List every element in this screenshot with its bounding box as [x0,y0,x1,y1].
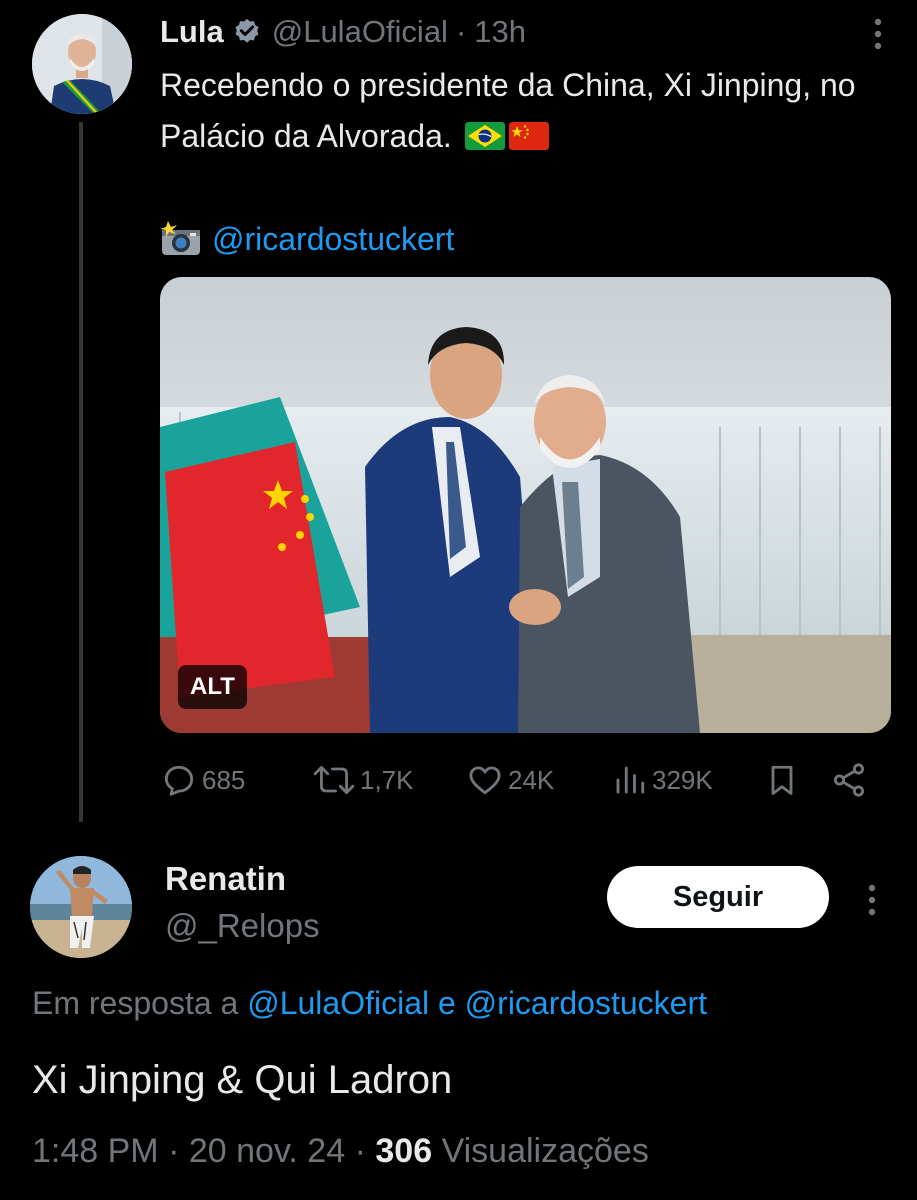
reply-mention-ricardo[interactable]: @ricardostuckert [465,985,707,1021]
reply-views-label: Visualizações [441,1132,649,1170]
separator-dot: · [455,14,467,49]
meta-separator: · [168,1132,180,1170]
tweet-text-content: Recebendo o presidente da China, Xi Jinp… [160,67,856,154]
repost-action[interactable]: 1,7K [312,755,414,805]
bookmark-action[interactable] [764,755,804,805]
photo-illustration [160,277,891,733]
reply-bubble-icon [164,765,194,796]
china-flag-icon [508,122,549,150]
photo-credit: @ricardostuckert [160,214,454,264]
follow-button[interactable]: Seguir [607,866,829,928]
thread-line [79,122,83,822]
meta-separator: · [354,1132,366,1170]
more-vertical-icon[interactable] [873,14,883,54]
tweet-photo[interactable]: ALT [160,277,891,733]
bookmark-icon [771,765,793,795]
tweet-action-bar: 685 1,7K 24K 329K [160,755,890,805]
reply-action[interactable]: 685 [160,755,245,805]
author-handle[interactable]: @LulaOficial [272,14,448,50]
reply-date[interactable]: 20 nov. 24 [189,1132,345,1170]
share-action[interactable] [830,755,872,805]
renatin-avatar[interactable] [30,856,132,958]
reply-context: Em resposta a @LulaOficial e @ricardostu… [32,985,707,1022]
heart-icon [469,766,501,795]
reply-mention-lula[interactable]: @LulaOficial [247,985,429,1021]
reply-author-handle[interactable]: @_Relops [165,907,320,945]
author-name[interactable]: Lula [160,14,224,50]
brazil-flag-icon [464,122,505,150]
reply-author-name[interactable]: Renatin [165,860,286,898]
repost-icon [313,766,355,794]
like-count: 24K [508,764,555,795]
repost-count: 1,7K [360,764,414,795]
lula-avatar[interactable] [32,14,132,114]
reply-conjunction: e [437,985,456,1021]
reply-views-count: 306 [375,1132,433,1170]
share-icon [833,763,865,797]
views-action[interactable]: 329K [612,755,713,805]
views-count: 329K [652,764,713,795]
tweet-text: Recebendo o presidente da China, Xi Jinp… [160,60,860,162]
verified-badge-icon [235,18,259,43]
more-vertical-icon[interactable] [867,880,877,920]
like-action[interactable]: 24K [466,755,554,805]
camera-flash-icon [160,221,200,255]
alt-badge[interactable]: ALT [178,665,247,709]
tweet-time[interactable]: 13h [474,14,526,50]
credit-mention-link[interactable]: @ricardostuckert [212,221,454,258]
reply-count: 685 [202,764,246,795]
reply-text: Xi Jinping & Qui Ladron [32,1058,453,1102]
tweet-header: Lula @LulaOficial · 13h [160,10,526,54]
reply-meta: 1:48 PM · 20 nov. 24 · 306 Visualizações [32,1132,649,1171]
reply-time[interactable]: 1:48 PM [32,1132,159,1170]
reply-prefix: Em resposta a [32,985,239,1021]
views-bars-icon [616,766,645,794]
